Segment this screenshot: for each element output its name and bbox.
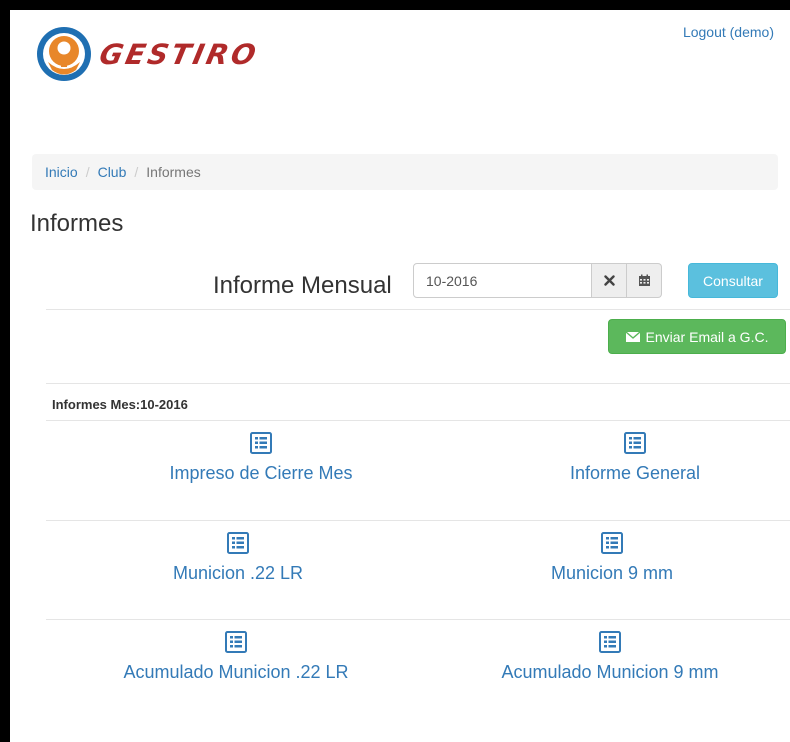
- logout-link[interactable]: Logout (demo): [683, 24, 774, 40]
- report-label: Acumulado Municion .22 LR: [123, 662, 349, 682]
- list-alt-icon: [225, 631, 247, 653]
- report-label: Municion 9 mm: [550, 563, 674, 583]
- report-acumulado-municion-9mm[interactable]: Acumulado Municion 9 mm: [460, 631, 760, 683]
- divider: [46, 420, 790, 421]
- report-municion-9mm[interactable]: Municion 9 mm: [462, 532, 762, 584]
- breadcrumb-club[interactable]: Club: [98, 164, 127, 180]
- breadcrumb-separator: /: [85, 164, 90, 180]
- divider: [46, 383, 790, 384]
- breadcrumb-separator: /: [134, 164, 139, 180]
- times-icon: [603, 275, 615, 286]
- breadcrumb: Inicio / Club / Informes: [32, 154, 778, 190]
- month-picker: [413, 263, 662, 298]
- report-impreso-cierre-mes[interactable]: Impreso de Cierre Mes: [111, 432, 411, 484]
- calendar-button[interactable]: [627, 263, 662, 298]
- informe-mensual-label: Informe Mensual: [213, 272, 392, 299]
- envelope-icon: [625, 330, 640, 342]
- consultar-button[interactable]: Consultar: [688, 263, 778, 298]
- report-municion-22lr[interactable]: Municion .22 LR: [88, 532, 388, 584]
- divider: [46, 309, 790, 310]
- enviar-email-label: Enviar Email a G.C.: [645, 328, 769, 345]
- page-title: Informes: [30, 210, 124, 237]
- list-alt-icon: [624, 432, 646, 454]
- list-alt-icon: [227, 532, 249, 554]
- divider: [46, 619, 790, 620]
- informes-mes-title: Informes Mes:10-2016: [52, 397, 188, 412]
- divider: [46, 520, 790, 521]
- report-label: Municion .22 LR: [172, 563, 304, 583]
- report-label: Acumulado Municion 9 mm: [501, 662, 719, 682]
- list-alt-icon: [250, 432, 272, 454]
- logo-target-icon: [37, 27, 91, 81]
- report-acumulado-municion-22lr[interactable]: Acumulado Municion .22 LR: [86, 631, 386, 683]
- breadcrumb-informes: Informes: [146, 164, 201, 180]
- app-window: GESTIRO Logout (demo) Inicio / Club / In…: [0, 0, 790, 742]
- list-alt-icon: [601, 532, 623, 554]
- list-alt-icon: [599, 631, 621, 653]
- report-label: Informe General: [569, 463, 701, 483]
- month-input[interactable]: [413, 263, 592, 298]
- breadcrumb-inicio[interactable]: Inicio: [45, 164, 78, 180]
- enviar-email-button[interactable]: Enviar Email a G.C.: [608, 319, 786, 354]
- report-informe-general[interactable]: Informe General: [485, 432, 785, 484]
- gestiro-logo[interactable]: GESTIRO: [34, 24, 262, 84]
- report-label: Impreso de Cierre Mes: [169, 463, 353, 483]
- brand-wordmark: GESTIRO: [96, 37, 262, 71]
- calendar-icon: [638, 274, 650, 286]
- clear-date-button[interactable]: [592, 263, 627, 298]
